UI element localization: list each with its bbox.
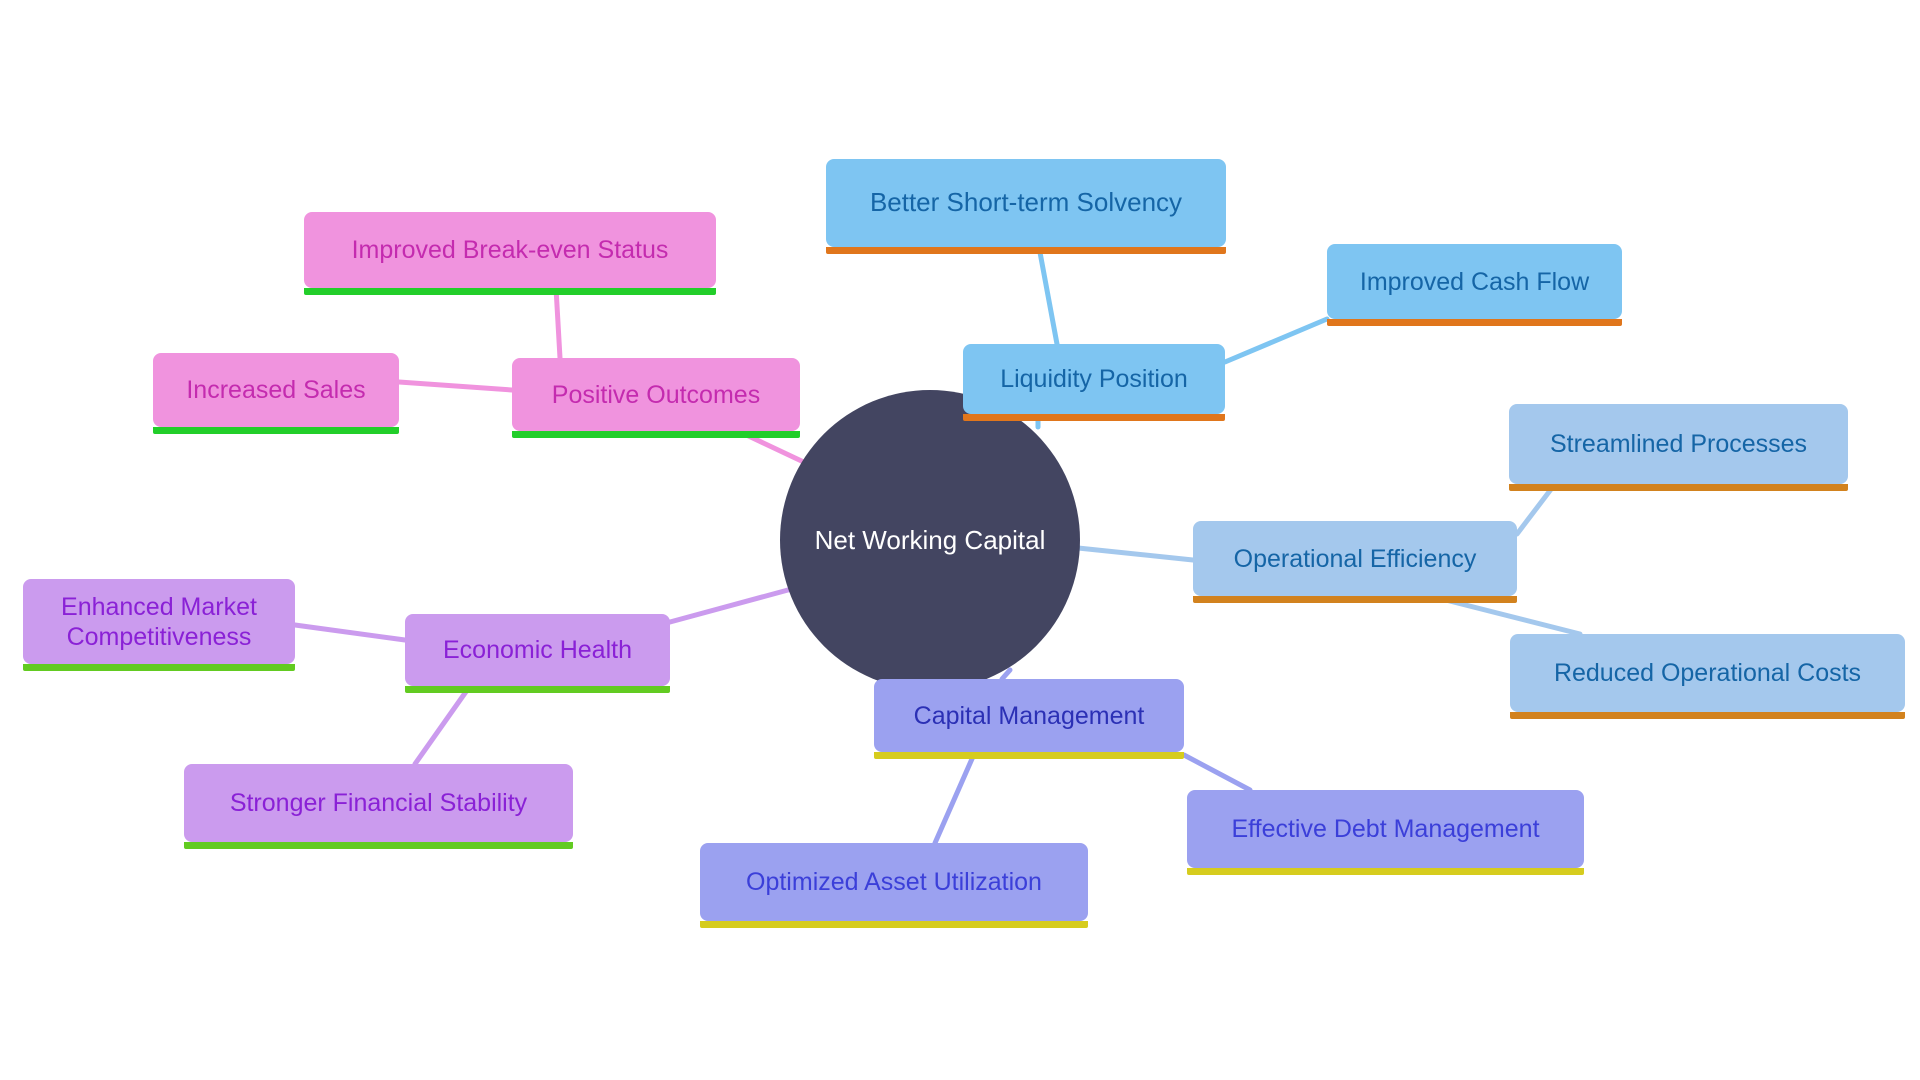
- mindmap-node-positive-outcomes[interactable]: Positive Outcomes: [512, 358, 800, 438]
- node-accent-underline: [700, 921, 1088, 928]
- mindmap-node-improved-breakeven[interactable]: Improved Break-even Status: [304, 212, 716, 295]
- mindmap-node-label: Reduced Operational Costs: [1553, 659, 1862, 687]
- node-accent-underline: [874, 752, 1184, 759]
- mindmap-node-label: Liquidity Position: [1000, 365, 1188, 393]
- mindmap-node-label: Positive Outcomes: [551, 380, 761, 409]
- mindmap-node-stronger-stability[interactable]: Stronger Financial Stability: [184, 764, 573, 849]
- mindmap-node-increased-sales[interactable]: Increased Sales: [153, 353, 399, 434]
- node-accent-underline: [23, 664, 295, 671]
- mindmap-node-effective-debt[interactable]: Effective Debt Management: [1187, 790, 1584, 875]
- mindmap-node-better-solvency[interactable]: Better Short-term Solvency: [826, 159, 1226, 254]
- root-node-label: Net Working Capital: [814, 524, 1046, 555]
- node-accent-underline: [1193, 596, 1517, 603]
- mindmap-node-label: Increased Sales: [186, 376, 366, 404]
- mindmap-node-label: Capital Management: [913, 701, 1145, 730]
- mindmap-node-economic-health[interactable]: Economic Health: [405, 614, 670, 693]
- node-accent-underline: [1510, 712, 1905, 719]
- mindmap-node-label: Effective Debt Management: [1231, 815, 1540, 843]
- mindmap-node-improved-cash-flow[interactable]: Improved Cash Flow: [1327, 244, 1622, 326]
- node-layer: Net Working Capital Better Short-term Sol…: [0, 0, 1920, 1080]
- node-accent-underline: [963, 414, 1225, 421]
- mindmap-node-label: Streamlined Processes: [1549, 430, 1808, 458]
- mindmap-node-label: Operational Efficiency: [1233, 544, 1477, 573]
- mindmap-node-label: Stronger Financial Stability: [229, 789, 528, 817]
- mindmap-node-label: Optimized Asset Utilization: [746, 868, 1042, 896]
- mindmap-node-liquidity-position[interactable]: Liquidity Position: [963, 344, 1225, 421]
- mindmap-node-optimized-asset[interactable]: Optimized Asset Utilization: [700, 843, 1088, 928]
- mindmap-node-label: Economic Health: [443, 636, 632, 664]
- mindmap-node-label: Improved Cash Flow: [1359, 267, 1590, 296]
- node-accent-underline: [1187, 868, 1584, 875]
- node-accent-underline: [1327, 319, 1622, 326]
- mindmap-node-label: Improved Break-even Status: [351, 236, 669, 264]
- mindmap-canvas: Net Working Capital Better Short-term Sol…: [0, 0, 1920, 1080]
- node-accent-underline: [184, 842, 573, 849]
- mindmap-node-capital-management[interactable]: Capital Management: [874, 679, 1184, 759]
- node-accent-underline: [153, 427, 399, 434]
- node-accent-underline: [304, 288, 716, 295]
- root-node[interactable]: Net Working Capital: [780, 390, 1080, 690]
- mindmap-node-label: Enhanced Market Competitiveness: [61, 592, 257, 651]
- mindmap-node-reduced-costs[interactable]: Reduced Operational Costs: [1510, 634, 1905, 719]
- mindmap-node-enhanced-market[interactable]: Enhanced Market Competitiveness: [23, 579, 295, 671]
- mindmap-node-label: Better Short-term Solvency: [869, 187, 1183, 218]
- node-accent-underline: [512, 431, 800, 438]
- mindmap-node-operational-efficiency[interactable]: Operational Efficiency: [1193, 521, 1517, 603]
- mindmap-node-streamlined-processes[interactable]: Streamlined Processes: [1509, 404, 1848, 491]
- node-accent-underline: [405, 686, 670, 693]
- node-accent-underline: [826, 247, 1226, 254]
- node-accent-underline: [1509, 484, 1848, 491]
